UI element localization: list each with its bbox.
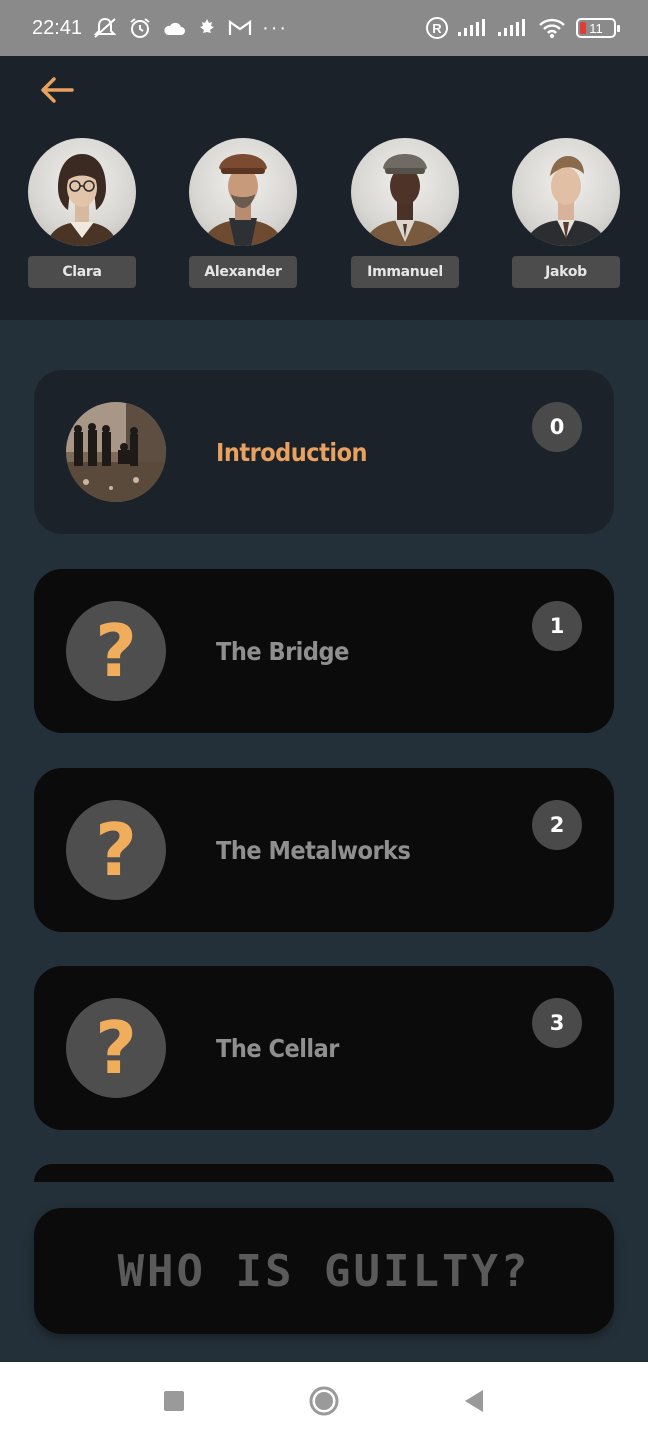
more-icon: ··· [262,16,289,39]
battery-icon: 11 [576,18,620,38]
cloud-icon [162,19,186,37]
registered-icon: R [426,17,448,39]
chapter-card-partial[interactable] [34,1164,614,1182]
suspect-name: Alexander [189,256,297,288]
question-mark-icon: ? [66,998,166,1098]
chapter-title: The Bridge [216,636,349,666]
notifications-off-icon [92,16,118,40]
chapter-thumbnail [66,402,166,502]
chapter-title: The Cellar [216,1033,339,1063]
arrow-left-icon [38,77,78,108]
suspect-alexander[interactable]: Alexander [189,138,297,288]
navigation-bar [0,1362,648,1440]
status-bar: 22:41 ··· R 11 [0,0,648,56]
chapter-number-badge: 2 [532,800,582,850]
chapter-title: Introduction [216,437,368,467]
back-button[interactable] [38,76,78,104]
status-time: 22:41 [32,16,83,39]
suspect-immanuel[interactable]: Immanuel [351,138,459,288]
suspect-jakob[interactable]: Jakob [512,138,620,288]
alarm-icon [128,16,152,40]
chapter-title: The Metalworks [216,835,411,865]
suspect-name: Immanuel [351,256,459,288]
avatar [28,138,136,246]
maple-leaf-icon [196,17,218,39]
suspects-header: Clara Alexander Immanuel Jakob [0,56,648,320]
chapter-card-the-cellar[interactable]: ? The Cellar 3 [34,966,614,1130]
avatar [189,138,297,246]
chapter-number-badge: 3 [532,998,582,1048]
suspect-name: Clara [28,256,136,288]
gmail-icon [228,19,252,37]
signal-icon [458,18,488,38]
question-mark-icon: ? [66,800,166,900]
avatar [351,138,459,246]
suspect-clara[interactable]: Clara [28,138,136,288]
chapter-number-badge: 0 [532,402,582,452]
recents-square-icon[interactable] [154,1381,194,1421]
chapter-card-introduction[interactable]: Introduction 0 [34,370,614,534]
chapter-card-the-metalworks[interactable]: ? The Metalworks 2 [34,768,614,932]
back-triangle-icon[interactable] [454,1381,494,1421]
home-circle-icon[interactable] [304,1381,344,1421]
who-is-guilty-button[interactable]: WHO IS GUILTY? [34,1208,614,1334]
wifi-icon [538,17,566,39]
suspect-name: Jakob [512,256,620,288]
question-mark-icon: ? [66,601,166,701]
avatar [512,138,620,246]
signal-icon [498,18,528,38]
chapter-card-the-bridge[interactable]: ? The Bridge 1 [34,569,614,733]
chapter-number-badge: 1 [532,601,582,651]
